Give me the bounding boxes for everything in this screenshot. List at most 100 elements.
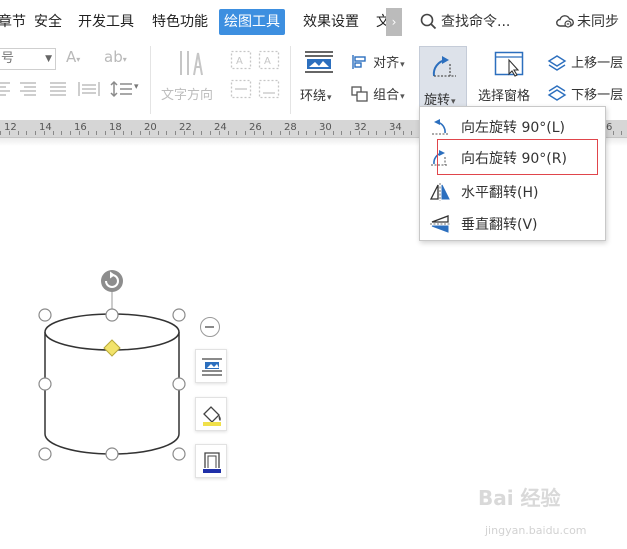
rotation-handle-icon[interactable] xyxy=(101,270,123,292)
textbox-top-icon[interactable]: A xyxy=(230,50,252,70)
cylinder-shape[interactable] xyxy=(30,262,205,472)
menu-item-label: 垂直翻转(V) xyxy=(461,217,538,233)
ruler-tick xyxy=(158,131,159,135)
tab-chapter[interactable]: 章节 xyxy=(0,10,26,34)
font-size-value: 号 xyxy=(1,51,15,66)
textbox-middle-icon[interactable] xyxy=(230,79,252,99)
ruler-tick xyxy=(18,131,19,135)
ruler-number: 28 xyxy=(284,122,297,133)
ruler-tick xyxy=(385,131,386,135)
collapse-toolbar-icon[interactable] xyxy=(200,317,220,337)
baidu-watermark: Bai 经验 xyxy=(478,486,561,510)
align-button[interactable]: 对齐▾ xyxy=(351,52,405,71)
ruler-tick xyxy=(411,131,412,135)
text-direction-icon[interactable] xyxy=(177,48,205,78)
tab-developer-tools[interactable]: 开发工具 xyxy=(78,10,134,34)
search-icon xyxy=(420,13,437,30)
resize-handle[interactable] xyxy=(172,377,186,391)
selection-pane-button[interactable]: 选择窗格 xyxy=(478,85,530,104)
resize-handle[interactable] xyxy=(105,447,119,461)
chevron-down-icon: ▾ xyxy=(400,92,405,102)
justify-icon[interactable] xyxy=(48,81,68,97)
tab-drawing-tools[interactable]: 绘图工具 xyxy=(219,9,285,35)
shape-fill-button[interactable] xyxy=(195,397,227,431)
sync-status[interactable]: 未同步 xyxy=(555,9,619,35)
ruler-tick xyxy=(254,131,255,135)
menu-item-flip-horizontal[interactable]: 水平翻转(H) xyxy=(420,177,605,207)
search-label: 查找命令... xyxy=(441,14,511,30)
ruler-tick xyxy=(245,131,246,135)
tab-special-features[interactable]: 特色功能 xyxy=(152,10,208,34)
menu-tab-bar: 章节 安全 开发工具 特色功能 绘图工具 效果设置 文 › 查找命令... 未同… xyxy=(0,0,627,42)
line-spacing-icon[interactable] xyxy=(110,80,136,98)
ruler-tick xyxy=(70,131,71,135)
tab-security[interactable]: 安全 xyxy=(34,10,62,34)
resize-handle[interactable] xyxy=(38,308,52,322)
send-backward-label: 下移一层 xyxy=(571,88,624,103)
font-color-icon[interactable]: A▾ xyxy=(66,48,80,66)
chevron-down-icon: ▾ xyxy=(134,82,139,92)
cloud-sync-icon xyxy=(556,15,574,28)
ruler-tick xyxy=(0,131,1,135)
resize-handle[interactable] xyxy=(38,377,52,391)
resize-handle[interactable] xyxy=(105,308,119,322)
send-backward-icon xyxy=(547,85,567,101)
ruler-tick xyxy=(166,131,167,135)
textbox-fit-icon[interactable]: A xyxy=(258,50,280,70)
distribute-icon[interactable] xyxy=(78,80,100,98)
resize-handle[interactable] xyxy=(38,447,52,461)
wrap-button[interactable]: 环绕▾ xyxy=(300,85,332,104)
textbox-bottom-icon[interactable] xyxy=(258,79,280,99)
chevron-down-icon: ▼ xyxy=(45,54,52,64)
shape-outline-button[interactable] xyxy=(195,444,227,478)
text-direction-label: 文字方向 xyxy=(161,88,214,103)
ruler-tick xyxy=(403,131,404,135)
ruler-tick xyxy=(341,131,342,135)
ruler-tick xyxy=(88,131,89,135)
bring-forward-button[interactable]: 上移一层 xyxy=(547,52,623,71)
rotate-button[interactable]: 旋转▾ xyxy=(419,46,467,110)
ruler-tick xyxy=(210,131,211,135)
rotate-icon xyxy=(432,56,456,77)
highlight-text-icon[interactable]: ab▾ xyxy=(104,48,127,66)
menu-item-flip-vertical[interactable]: 垂直翻转(V) xyxy=(420,209,605,239)
tab-effect-settings[interactable]: 效果设置 xyxy=(303,10,359,34)
ruler-tick xyxy=(35,131,36,135)
resize-handle[interactable] xyxy=(172,447,186,461)
ruler-tick xyxy=(394,131,395,135)
group-button[interactable]: 组合▾ xyxy=(351,84,405,103)
ruler-tick xyxy=(61,131,62,135)
search-command[interactable]: 查找命令... xyxy=(420,9,510,35)
send-backward-button[interactable]: 下移一层 xyxy=(547,84,623,103)
align-left-icon[interactable] xyxy=(0,81,14,97)
ruler-number: 18 xyxy=(109,122,122,133)
layout-options-button[interactable] xyxy=(195,349,227,383)
align-right-icon[interactable] xyxy=(18,81,38,97)
baidu-watermark-url: jingyan.baidu.com xyxy=(485,524,587,537)
ruler-tick xyxy=(175,131,176,135)
ruler-tick xyxy=(298,131,299,135)
ruler-tick xyxy=(613,131,614,135)
selection-pane-icon[interactable] xyxy=(494,51,524,77)
ruler-tick xyxy=(9,131,10,135)
svg-text:A: A xyxy=(236,56,243,67)
text-wrap-icon[interactable] xyxy=(304,50,334,74)
ruler-tick xyxy=(44,131,45,135)
shape-fill-icon xyxy=(203,406,221,426)
font-size-select[interactable]: 号 ▼ xyxy=(0,48,56,70)
tab-text-truncated[interactable]: 文 xyxy=(376,10,386,34)
group-objects-icon xyxy=(351,86,368,102)
wrap-label: 环绕 xyxy=(300,89,327,104)
ruler-tick xyxy=(289,131,290,135)
ruler-tick xyxy=(359,131,360,135)
ruler-number: 12 xyxy=(4,122,17,133)
ruler-number: 26 xyxy=(249,122,262,133)
ruler-number: 6 xyxy=(606,122,613,133)
resize-handle[interactable] xyxy=(172,308,186,322)
ribbon-separator xyxy=(290,46,291,114)
menu-item-rotate-left[interactable]: 向左旋转 90°(L) xyxy=(420,112,605,142)
ruler-tick xyxy=(236,131,237,135)
ruler-tick xyxy=(280,131,281,135)
sync-label: 未同步 xyxy=(577,14,619,30)
more-tabs-button[interactable]: › xyxy=(386,8,402,36)
